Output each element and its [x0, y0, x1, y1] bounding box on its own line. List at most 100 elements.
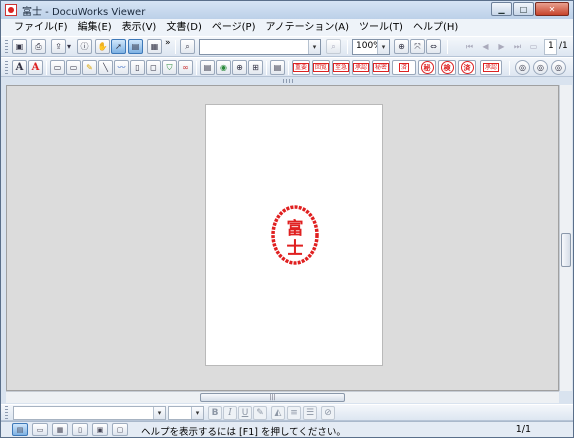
- view-mode-continuous-icon[interactable]: ▣: [92, 423, 108, 436]
- menu-file[interactable]: ファイル(F): [9, 20, 73, 35]
- fill-color-icon[interactable]: ◭: [271, 406, 285, 420]
- search-dropdown-icon[interactable]: ▾: [308, 40, 320, 54]
- page-number-field[interactable]: 1: [544, 39, 557, 55]
- sticky-label-icon[interactable]: ▭: [50, 60, 65, 75]
- send-dropdown-icon[interactable]: ▾: [65, 39, 73, 54]
- globe-icon[interactable]: ⊕: [232, 60, 247, 75]
- toolbar-grip[interactable]: [5, 406, 8, 420]
- find-icon[interactable]: ⌕: [180, 39, 195, 54]
- more-tools-icon[interactable]: »: [165, 38, 171, 48]
- fit-width-icon[interactable]: ⇔: [426, 39, 441, 54]
- menu-view[interactable]: 表示(V): [117, 20, 162, 35]
- font-name-combo[interactable]: ▾: [13, 406, 166, 420]
- circle-option-icon[interactable]: ◎: [551, 60, 566, 75]
- font-dropdown-icon[interactable]: ▾: [153, 407, 165, 419]
- save-icon[interactable]: ▣: [12, 39, 27, 54]
- menu-annotation[interactable]: アノテーション(A): [261, 20, 355, 35]
- minimize-button[interactable]: ▁: [491, 2, 512, 16]
- maximize-button[interactable]: □: [513, 2, 534, 16]
- line-icon[interactable]: ╲: [98, 60, 113, 75]
- menu-help[interactable]: ヘルプ(H): [408, 20, 463, 35]
- stamp-urgent-button[interactable]: 至急: [332, 60, 350, 75]
- view-mode-grid-icon[interactable]: ▦: [52, 423, 68, 436]
- zoom-dropdown-icon[interactable]: ▾: [377, 40, 389, 54]
- text-select-icon[interactable]: ▤: [128, 39, 143, 54]
- callout-icon[interactable]: ◻: [146, 60, 161, 75]
- status-message: ヘルプを表示するには [F1] を押してください。: [141, 427, 346, 438]
- red-text-annotation-icon[interactable]: A: [28, 60, 43, 75]
- first-page-icon[interactable]: ⏮: [462, 39, 477, 54]
- fuji-seal-stamp[interactable]: 富 士: [270, 204, 320, 266]
- shape-icon[interactable]: ⊞: [248, 60, 263, 75]
- splitter-grip[interactable]: [283, 79, 293, 83]
- hand-tool-icon[interactable]: ✋: [95, 39, 110, 54]
- fit-page-icon[interactable]: ⤧: [410, 39, 425, 54]
- search-combo[interactable]: ▾: [199, 39, 321, 55]
- view-mode-thumb-icon[interactable]: ▢: [112, 423, 128, 436]
- line-style-icon[interactable]: ☰: [303, 406, 317, 420]
- menu-document[interactable]: 文書(D): [161, 20, 207, 35]
- font-size-combo[interactable]: ▾: [168, 406, 204, 420]
- view-mode-single-icon[interactable]: ▭: [32, 423, 48, 436]
- stamp-done-button[interactable]: 済: [392, 60, 416, 75]
- separator: [46, 61, 47, 75]
- last-page-icon[interactable]: ⏭: [510, 39, 525, 54]
- menu-tools[interactable]: ツール(T): [354, 20, 408, 35]
- text-annotation-icon[interactable]: A: [12, 60, 27, 75]
- stamp-tool-icon[interactable]: ⛉: [162, 60, 177, 75]
- link-icon[interactable]: ∞: [178, 60, 193, 75]
- close-button[interactable]: ✕: [535, 2, 569, 16]
- toolbar-grip[interactable]: [5, 61, 8, 75]
- menu-bar: ファイル(F) 編集(E) 表示(V) 文書(D) ページ(P) アノテーション…: [1, 19, 573, 36]
- marker-icon[interactable]: ✎: [82, 60, 97, 75]
- rectangle-icon[interactable]: ▯: [130, 60, 145, 75]
- view-mode-spread-icon[interactable]: ▯: [72, 423, 88, 436]
- date-stamp-icon[interactable]: ▤: [200, 60, 215, 75]
- menu-page[interactable]: ページ(P): [207, 20, 261, 35]
- vertical-scrollbar[interactable]: [559, 85, 572, 391]
- prev-page-icon[interactable]: ◀: [478, 39, 493, 54]
- page-total: /1: [559, 41, 568, 51]
- circle-option-icon[interactable]: ◎: [515, 60, 530, 75]
- properties-icon[interactable]: ⓘ: [77, 39, 92, 54]
- stamp-round-secret-button[interactable]: 秘: [418, 60, 436, 75]
- horizontal-scroll-thumb[interactable]: |||: [200, 393, 345, 402]
- freehand-icon[interactable]: 〰: [114, 60, 129, 75]
- vertical-scroll-thumb[interactable]: [561, 233, 571, 267]
- print-icon[interactable]: ⎙: [31, 39, 46, 54]
- zoom-combo[interactable]: 100% ▾: [352, 39, 390, 55]
- stamp-round-done-button[interactable]: 済: [458, 60, 476, 75]
- menu-edit[interactable]: 編集(E): [73, 20, 117, 35]
- view-mode-normal-icon[interactable]: ▤: [12, 423, 28, 436]
- window-title: 富士 - DocuWorks Viewer: [22, 6, 146, 18]
- rotate-icon[interactable]: ⊘: [321, 406, 335, 420]
- annotation-list-icon[interactable]: ▤: [270, 60, 285, 75]
- stamp-approved-button[interactable]: 承認: [480, 60, 502, 75]
- underline-button[interactable]: U: [238, 406, 252, 420]
- stamp-secret-button[interactable]: 秘密: [372, 60, 390, 75]
- send-icon[interactable]: ⇪: [51, 39, 66, 54]
- bold-button[interactable]: B: [208, 406, 222, 420]
- stamp-important-button[interactable]: 重要: [292, 60, 310, 75]
- next-page-icon[interactable]: ▶: [494, 39, 509, 54]
- italic-button[interactable]: I: [223, 406, 237, 420]
- zoom-in-icon[interactable]: ⊕: [394, 39, 409, 54]
- document-page[interactable]: 富 士: [205, 104, 383, 366]
- font-size-dropdown-icon[interactable]: ▾: [191, 407, 203, 419]
- image-annotation-icon[interactable]: ◉: [216, 60, 231, 75]
- select-tool-icon[interactable]: ➚: [111, 39, 126, 54]
- text-color-icon[interactable]: ✎: [253, 406, 267, 420]
- horizontal-scrollbar[interactable]: |||: [6, 391, 559, 403]
- page-jump-icon[interactable]: ▭: [526, 39, 541, 54]
- app-icon: [5, 4, 17, 16]
- stamp-round-checked-button[interactable]: 検: [438, 60, 456, 75]
- document-viewer[interactable]: 富 士: [6, 85, 559, 391]
- stamp-circulate-button[interactable]: 回覧: [312, 60, 330, 75]
- thumbnail-icon[interactable]: ▦: [147, 39, 162, 54]
- line-width-icon[interactable]: ≡: [287, 406, 301, 420]
- circle-option-icon[interactable]: ◎: [533, 60, 548, 75]
- underline-box-icon[interactable]: ▭: [66, 60, 81, 75]
- find-next-icon[interactable]: ⌕: [326, 39, 341, 54]
- stamp-approval-button[interactable]: 承認: [352, 60, 370, 75]
- toolbar-grip[interactable]: [5, 40, 8, 54]
